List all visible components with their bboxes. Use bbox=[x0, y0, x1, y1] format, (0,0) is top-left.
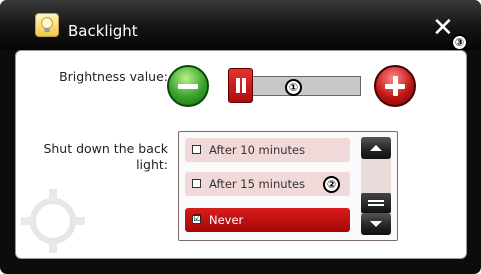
scrollbar-thumb[interactable] bbox=[361, 193, 391, 213]
decrease-brightness-button[interactable] bbox=[167, 65, 209, 107]
gear-watermark-icon bbox=[21, 189, 85, 253]
shutdown-options-list: After 10 minutes After 15 minutes ② ☑ Ne… bbox=[178, 131, 398, 241]
arrow-up-icon[interactable] bbox=[361, 137, 391, 159]
minus-icon bbox=[178, 84, 198, 89]
window-title: Backlight bbox=[68, 22, 138, 40]
close-icon[interactable]: ✕ bbox=[432, 13, 454, 43]
checkbox-icon[interactable] bbox=[192, 179, 201, 188]
option-label: After 15 minutes bbox=[209, 177, 306, 191]
brightness-label: Brightness value: bbox=[59, 69, 168, 84]
title-bar: Backlight ✕ bbox=[0, 0, 481, 50]
arrow-down-icon[interactable] bbox=[361, 213, 391, 235]
option-label: Never bbox=[209, 213, 244, 227]
increase-brightness-button[interactable] bbox=[374, 65, 416, 107]
option-after-10-minutes[interactable]: After 10 minutes bbox=[185, 138, 350, 162]
list-scrollbar[interactable] bbox=[361, 137, 391, 235]
brightness-slider-thumb[interactable] bbox=[228, 68, 253, 103]
checkbox-icon[interactable] bbox=[192, 145, 201, 154]
content-panel: Brightness value: ① Shut down the back l… bbox=[15, 50, 467, 259]
option-never[interactable]: ☑ Never bbox=[185, 208, 350, 232]
option-label: After 10 minutes bbox=[209, 143, 306, 157]
shutdown-label: Shut down the back light: bbox=[43, 141, 168, 172]
callout-marker-3: ③ bbox=[451, 34, 468, 51]
callout-marker-1: ① bbox=[285, 79, 302, 96]
callout-marker-2: ② bbox=[323, 176, 340, 193]
checked-checkbox-icon[interactable]: ☑ bbox=[192, 215, 201, 224]
lightbulb-icon bbox=[35, 13, 59, 37]
backlight-window: Backlight ✕ ③ Brightness value: ① Shut d… bbox=[0, 0, 481, 274]
